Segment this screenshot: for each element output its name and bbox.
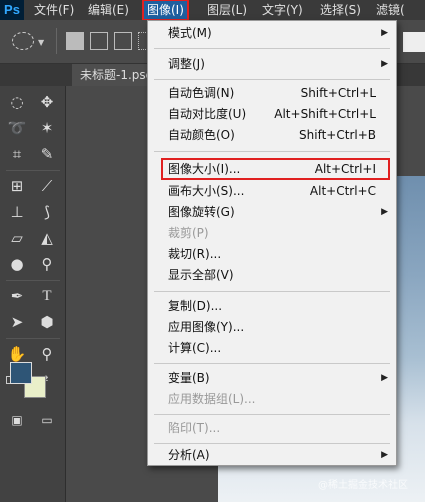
menu-item-auto-contrast[interactable]: 自动对比度(U) Alt+Shift+Ctrl+L (148, 104, 396, 125)
menu-item-variables[interactable]: 变量(B) ▶ (148, 368, 396, 389)
menu-file[interactable]: 文件(F) (30, 0, 78, 20)
menu-item-label: 画布大小(S)... (168, 184, 245, 198)
paint-bucket-icon[interactable]: ◭ (34, 226, 60, 250)
marquee-tool-icon[interactable]: ◌ (4, 90, 30, 114)
menu-item-auto-color[interactable]: 自动颜色(O) Shift+Ctrl+B (148, 125, 396, 146)
menu-item-label: 变量(B) (168, 371, 210, 385)
eyedropper-icon[interactable]: ✎ (34, 142, 60, 166)
menu-separator (154, 79, 390, 80)
brush-tool-icon[interactable]: ⟋ (34, 174, 60, 198)
eraser-icon[interactable]: ▱ (4, 226, 30, 250)
menu-image[interactable]: 图像(I) (142, 0, 189, 21)
menu-item-label: 应用图像(Y)... (168, 320, 245, 334)
menu-item-shortcut: Shift+Ctrl+B (299, 128, 376, 142)
separator (6, 338, 60, 339)
add-selection-icon[interactable] (90, 32, 108, 50)
menu-item-label: 复制(D)... (168, 299, 223, 313)
menu-separator (154, 414, 390, 415)
menu-bar: Ps 文件(F) 编辑(E) 图像(I) 图层(L) 文字(Y) 选择(S) 滤… (0, 0, 425, 21)
menu-item-duplicate[interactable]: 复制(D)... (148, 296, 396, 317)
menu-item-shortcut: Alt+Ctrl+C (309, 184, 376, 198)
separator (6, 280, 60, 281)
new-selection-icon[interactable] (66, 32, 84, 50)
menu-item-apply-data-set[interactable]: 应用数据组(L)... (148, 389, 396, 410)
screen-mode-icon[interactable]: ▭ (34, 408, 60, 432)
history-brush-icon[interactable]: ⟆ (34, 200, 60, 224)
menu-item-trim[interactable]: 裁切(R)... (148, 244, 396, 265)
menu-item-calculations[interactable]: 计算(C)... (148, 338, 396, 359)
submenu-arrow-icon: ▶ (381, 450, 388, 460)
foreground-color-swatch[interactable] (10, 362, 32, 384)
menu-item-label: 计算(C)... (168, 341, 222, 355)
pen-tool-icon[interactable]: ✒ (4, 284, 30, 308)
crop-tool-icon[interactable]: ⌗ (4, 142, 30, 166)
image-menu-dropdown: 模式(M) ▶ 调整(J) ▶ 自动色调(N) Shift+Ctrl+L 自动对… (147, 20, 397, 466)
menu-item-crop[interactable]: 裁剪(P) (148, 223, 396, 244)
menu-item-image-rotation[interactable]: 图像旋转(G) ▶ (148, 202, 396, 223)
menu-item-label: 自动对比度(U) (168, 107, 247, 121)
menu-separator (154, 291, 390, 292)
menu-separator (154, 48, 390, 49)
subtract-selection-icon[interactable] (114, 32, 132, 50)
menu-filter[interactable]: 滤镜( (372, 0, 409, 20)
menu-separator (154, 363, 390, 364)
menu-item-shortcut: Alt+Shift+Ctrl+L (274, 107, 376, 121)
dodge-tool-icon[interactable]: ⚲ (34, 252, 60, 276)
menu-item-label: 模式(M) (168, 26, 212, 40)
menu-item-auto-tone[interactable]: 自动色调(N) Shift+Ctrl+L (148, 83, 396, 104)
menu-item-shortcut: Alt+Ctrl+I (314, 162, 376, 176)
menu-item-label: 分析(A) (168, 448, 210, 462)
menu-item-reveal-all[interactable]: 显示全部(V) (148, 265, 396, 286)
menu-layer[interactable]: 图层(L) (203, 0, 251, 20)
lasso-tool-icon[interactable]: ➰ (4, 116, 30, 140)
zoom-tool-icon[interactable]: ⚲ (34, 342, 60, 366)
blur-tool-icon[interactable]: ● (4, 252, 30, 276)
shape-tool-icon[interactable]: ⬢ (34, 310, 60, 334)
menu-item-analysis[interactable]: 分析(A) ▶ (148, 445, 396, 466)
menu-type[interactable]: 文字(Y) (258, 0, 307, 20)
menu-item-label: 显示全部(V) (168, 268, 234, 282)
menu-item-apply-image[interactable]: 应用图像(Y)... (148, 317, 396, 338)
quick-mask-icon[interactable]: ▣ (4, 408, 30, 432)
menu-item-label: 图像大小(I)... (168, 162, 241, 176)
clone-stamp-icon[interactable]: ⊥ (4, 200, 30, 224)
menu-item-mode[interactable]: 模式(M) ▶ (148, 23, 396, 44)
menu-item-adjustments[interactable]: 调整(J) ▶ (148, 54, 396, 75)
menu-item-shortcut: Shift+Ctrl+L (300, 86, 376, 100)
separator (6, 170, 60, 171)
options-field[interactable] (403, 32, 425, 52)
menu-item-label: 裁切(R)... (168, 247, 222, 261)
menu-item-label: 应用数据组(L)... (168, 392, 256, 406)
healing-brush-icon[interactable]: ⊞ (4, 174, 30, 198)
menu-select[interactable]: 选择(S) (316, 0, 365, 20)
photoshop-logo: Ps (0, 0, 24, 20)
submenu-arrow-icon: ▶ (381, 28, 388, 38)
menu-item-image-size[interactable]: 图像大小(I)... Alt+Ctrl+I (148, 159, 396, 180)
menu-item-label: 裁剪(P) (168, 226, 209, 240)
menu-item-label: 图像旋转(G) (168, 205, 235, 219)
submenu-arrow-icon: ▶ (381, 207, 388, 217)
watermark: @稀土掘金技术社区 (318, 480, 408, 491)
separator (56, 28, 57, 54)
ellipse-marquee-icon[interactable] (12, 32, 34, 50)
submenu-arrow-icon: ▶ (381, 59, 388, 69)
menu-item-label: 陷印(T)... (168, 421, 221, 435)
toolbox: ◌ ✥ ➰ ✶ ⌗ ✎ ⊞ ⟋ ⊥ ⟆ ▱ ◭ ● ⚲ ✒ T ➤ ⬢ ✋ ⚲ … (0, 86, 66, 502)
chevron-down-icon[interactable]: ▼ (38, 38, 44, 47)
move-tool-icon[interactable]: ✥ (34, 90, 60, 114)
menu-item-label: 自动颜色(O) (168, 128, 235, 142)
type-tool-icon[interactable]: T (34, 284, 60, 308)
menu-edit[interactable]: 编辑(E) (84, 0, 133, 20)
menu-separator (154, 443, 390, 444)
menu-item-canvas-size[interactable]: 画布大小(S)... Alt+Ctrl+C (148, 181, 396, 202)
menu-item-label: 自动色调(N) (168, 86, 235, 100)
menu-item-trap[interactable]: 陷印(T)... (148, 418, 396, 439)
menu-separator (154, 151, 390, 152)
magic-wand-icon[interactable]: ✶ (34, 116, 60, 140)
menu-item-label: 调整(J) (168, 57, 205, 71)
path-selection-icon[interactable]: ➤ (4, 310, 30, 334)
submenu-arrow-icon: ▶ (381, 373, 388, 383)
